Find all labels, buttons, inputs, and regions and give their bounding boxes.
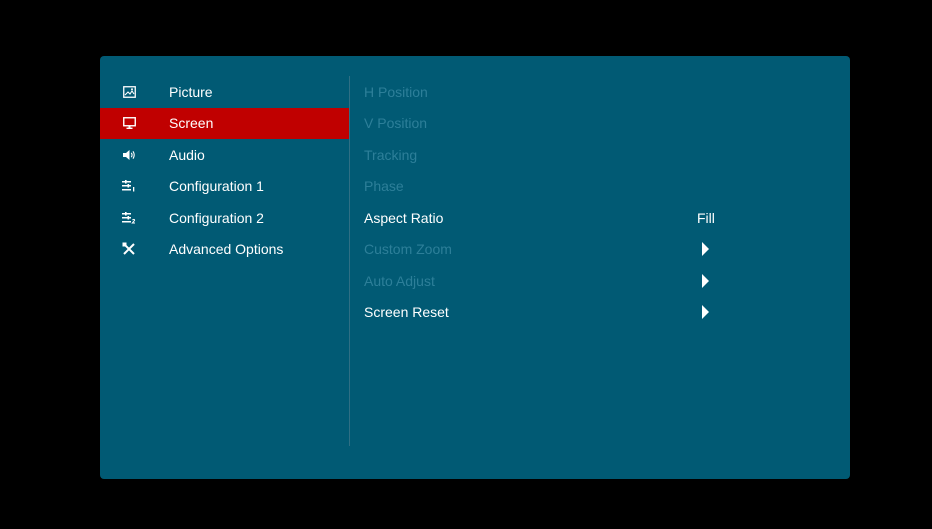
sidebar-item-label: Picture bbox=[169, 83, 213, 100]
row-label: Aspect Ratio bbox=[364, 209, 444, 226]
sidebar-item-label: Configuration 1 bbox=[169, 178, 264, 195]
sidebar-item-configuration-1[interactable]: Configuration 1 bbox=[100, 171, 350, 203]
sidebar-item-label: Advanced Options bbox=[169, 241, 284, 258]
column-divider bbox=[349, 76, 350, 446]
sidebar-item-advanced-options[interactable]: Advanced Options bbox=[100, 234, 350, 266]
row-label: V Position bbox=[364, 115, 428, 132]
sidebar-item-label: Audio bbox=[169, 146, 205, 163]
menu-row-aspect-ratio[interactable]: Aspect Ratio Fill bbox=[364, 202, 834, 234]
row-label: Auto Adjust bbox=[364, 272, 435, 289]
osd-menu-panel: Picture Screen Audio Configuration 1 Con… bbox=[100, 56, 850, 479]
menu-row-auto-adjust: Auto Adjust bbox=[364, 265, 834, 297]
sidebar-item-label: Configuration 2 bbox=[169, 209, 264, 226]
row-label: Phase bbox=[364, 178, 404, 195]
sidebar-item-screen[interactable]: Screen bbox=[100, 107, 350, 139]
menu-row-custom-zoom: Custom Zoom bbox=[364, 234, 834, 266]
sidebar-item-configuration-2[interactable]: Configuration 2 bbox=[100, 202, 350, 234]
menu-row-screen-reset[interactable]: Screen Reset bbox=[364, 297, 834, 329]
picture-icon bbox=[122, 85, 136, 99]
row-label: H Position bbox=[364, 83, 428, 100]
arrow-right-icon bbox=[702, 305, 709, 320]
config-2-icon bbox=[122, 211, 136, 225]
screen-settings-list: H Position V Position Tracking Phase Asp… bbox=[364, 76, 834, 328]
osd-screen: Picture Screen Audio Configuration 1 Con… bbox=[0, 0, 932, 529]
menu-row-v-position: V Position bbox=[364, 108, 834, 140]
sidebar-item-picture[interactable]: Picture bbox=[100, 76, 350, 108]
aspect-ratio-value: Fill bbox=[697, 209, 715, 226]
arrow-right-icon bbox=[702, 242, 709, 257]
row-label: Screen Reset bbox=[364, 304, 449, 321]
menu-row-h-position: H Position bbox=[364, 76, 834, 108]
sidebar-item-label: Screen bbox=[169, 115, 214, 132]
menu-row-phase: Phase bbox=[364, 171, 834, 203]
config-1-icon bbox=[122, 179, 136, 193]
row-label: Custom Zoom bbox=[364, 241, 452, 258]
sidebar: Picture Screen Audio Configuration 1 Con… bbox=[100, 76, 350, 265]
tools-icon bbox=[122, 242, 136, 256]
monitor-icon bbox=[122, 116, 136, 130]
speaker-icon bbox=[122, 148, 136, 162]
row-label: Tracking bbox=[364, 146, 418, 163]
arrow-right-icon bbox=[702, 273, 709, 288]
menu-row-tracking: Tracking bbox=[364, 139, 834, 171]
sidebar-item-audio[interactable]: Audio bbox=[100, 139, 350, 171]
